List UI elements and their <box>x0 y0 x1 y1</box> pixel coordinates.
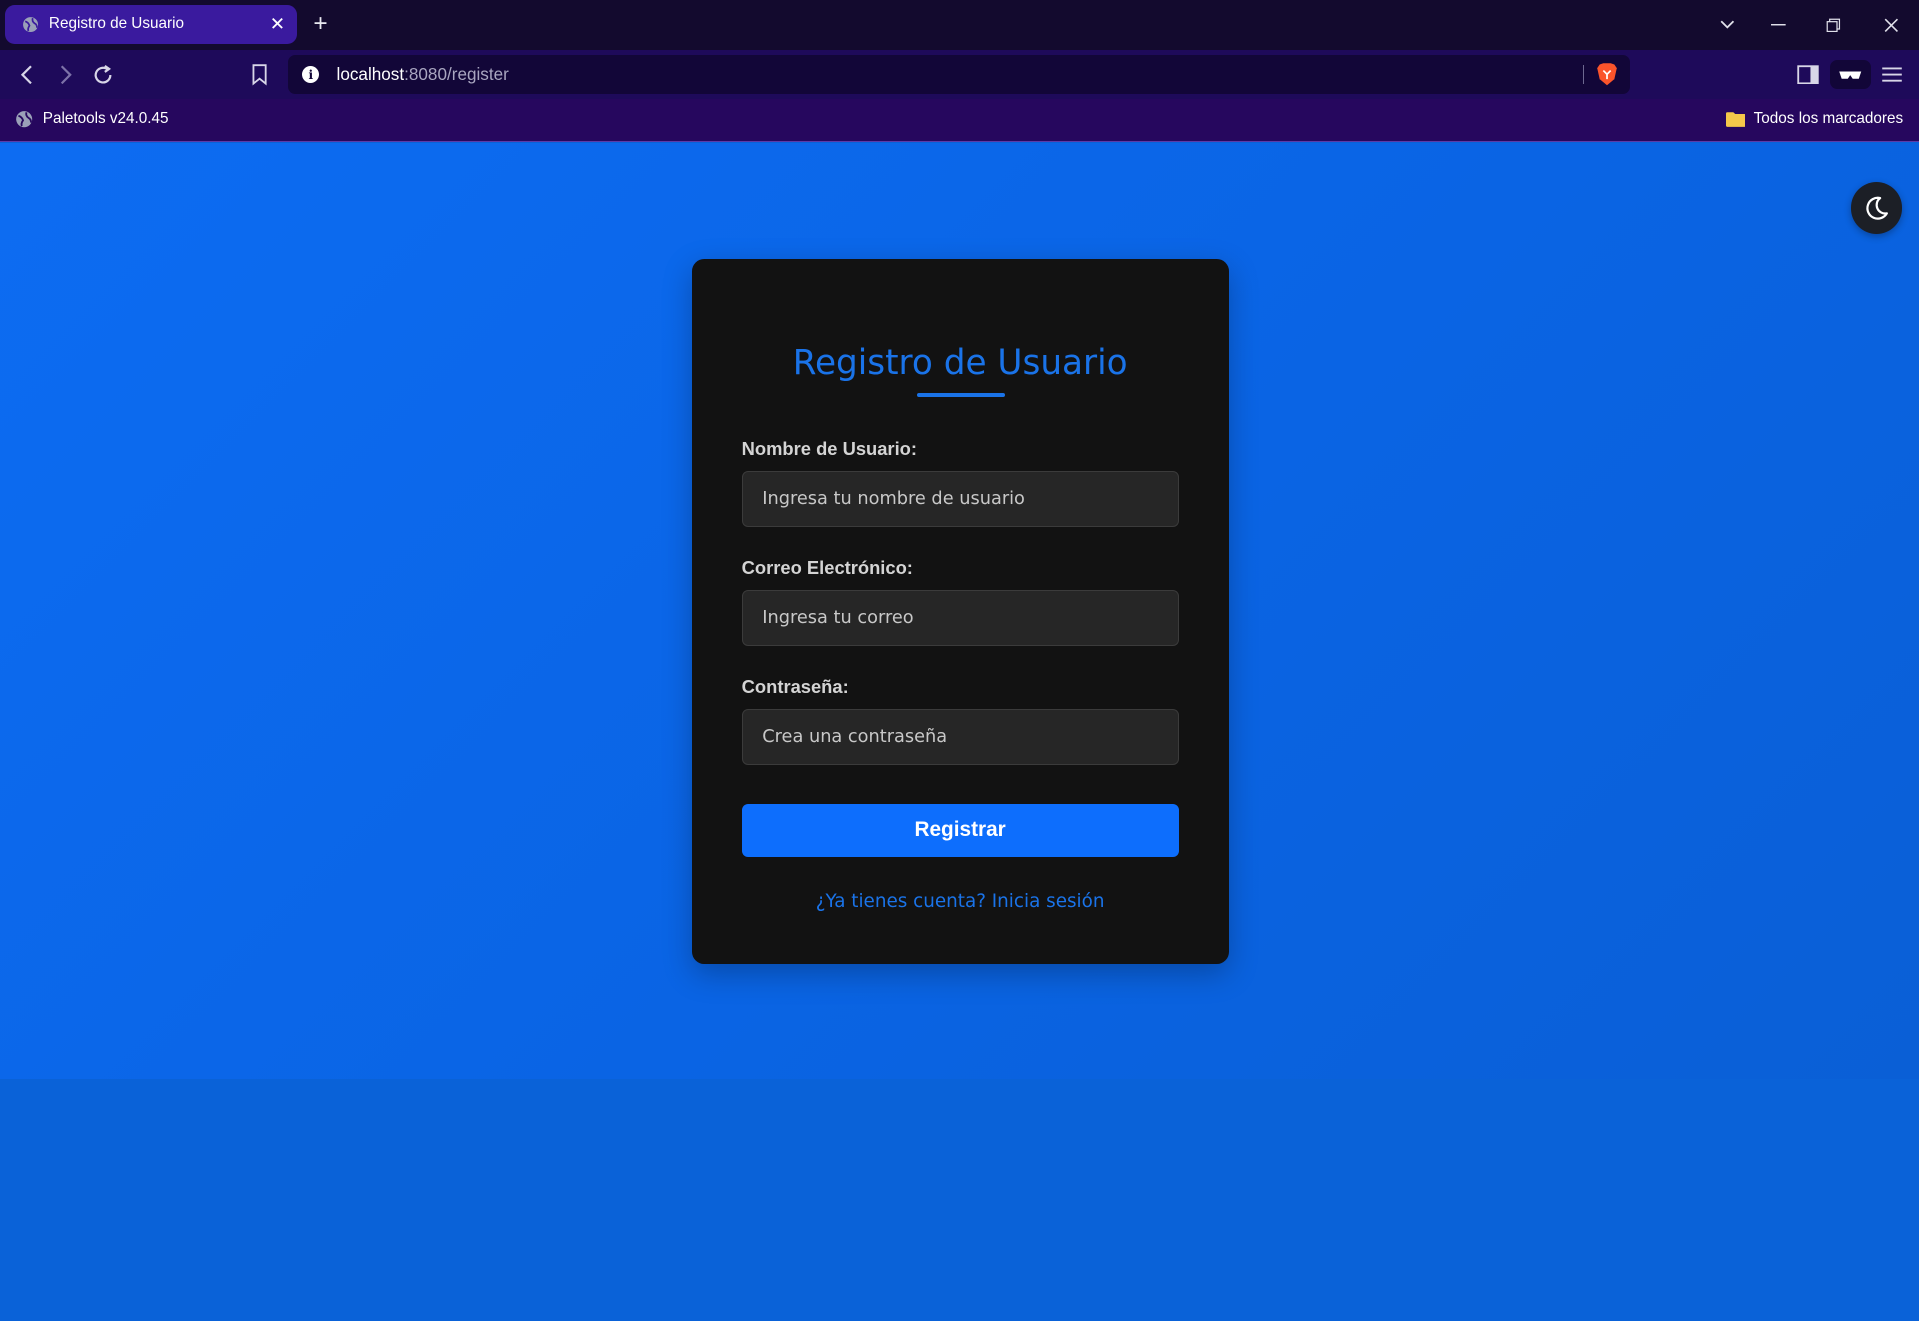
browser-navbar: i localhost:8080/register <box>0 50 1919 100</box>
register-button[interactable]: Registrar <box>741 804 1179 857</box>
password-input[interactable]: Crea una contraseña <box>741 708 1179 765</box>
minimize-icon[interactable] <box>1750 0 1806 50</box>
back-icon[interactable] <box>12 60 41 89</box>
url-divider <box>1582 64 1584 85</box>
tab-list-icon[interactable] <box>1699 0 1755 50</box>
close-window-icon[interactable] <box>1863 0 1919 50</box>
username-label: Nombre de Usuario: <box>741 438 917 460</box>
title-underline <box>916 392 1005 397</box>
login-link[interactable]: ¿Ya tienes cuenta? Inicia sesión <box>692 891 1229 912</box>
browser-titlebar: Registro de Usuario ✕ + <box>0 0 1919 51</box>
bookmark-icon[interactable] <box>245 60 274 89</box>
email-label: Correo Electrónico: <box>741 556 913 578</box>
url-host: localhost <box>336 64 405 85</box>
sidebar-icon[interactable] <box>1793 60 1822 89</box>
bookmark-label: Paletools v24.0.45 <box>42 110 169 128</box>
reader-glasses-icon[interactable] <box>1829 59 1872 90</box>
moon-icon <box>1866 196 1888 220</box>
restore-icon[interactable] <box>1805 0 1861 50</box>
folder-icon <box>1725 112 1746 128</box>
tab-close-icon[interactable]: ✕ <box>270 13 285 35</box>
page-content: Registro de Usuario Nombre de Usuario: I… <box>0 143 1919 1080</box>
new-tab-button[interactable]: + <box>313 10 327 38</box>
brave-shields-icon[interactable] <box>1596 62 1618 86</box>
menu-icon[interactable] <box>1877 60 1906 89</box>
email-input[interactable]: Ingresa tu correo <box>741 589 1179 647</box>
address-bar[interactable]: i localhost:8080/register <box>287 55 1631 95</box>
bookmarks-bar: Paletools v24.0.45 Todos los marcadores <box>0 99 1919 142</box>
page-title: Registro de Usuario <box>792 342 1128 383</box>
browser-tab[interactable]: Registro de Usuario ✕ <box>4 4 298 45</box>
globe-icon <box>15 111 32 128</box>
forward-icon[interactable] <box>50 60 79 89</box>
reload-icon[interactable] <box>88 60 117 89</box>
tab-title: Registro de Usuario <box>48 15 184 33</box>
username-input[interactable]: Ingresa tu nombre de usuario <box>741 471 1179 528</box>
register-card: Registro de Usuario Nombre de Usuario: I… <box>691 259 1229 965</box>
dark-mode-toggle[interactable] <box>1850 182 1902 234</box>
globe-icon <box>23 16 39 32</box>
bookmark-paletools[interactable]: Paletools v24.0.45 <box>15 110 169 128</box>
all-bookmarks-label: Todos los marcadores <box>1753 110 1904 128</box>
site-info-icon[interactable]: i <box>302 66 320 84</box>
password-label: Contraseña: <box>741 675 849 697</box>
screen-root: Registro de Usuario ✕ + i localhost:808… <box>0 0 1919 1321</box>
all-bookmarks[interactable]: Todos los marcadores <box>1725 110 1904 128</box>
url-path: :8080/register <box>404 64 509 85</box>
